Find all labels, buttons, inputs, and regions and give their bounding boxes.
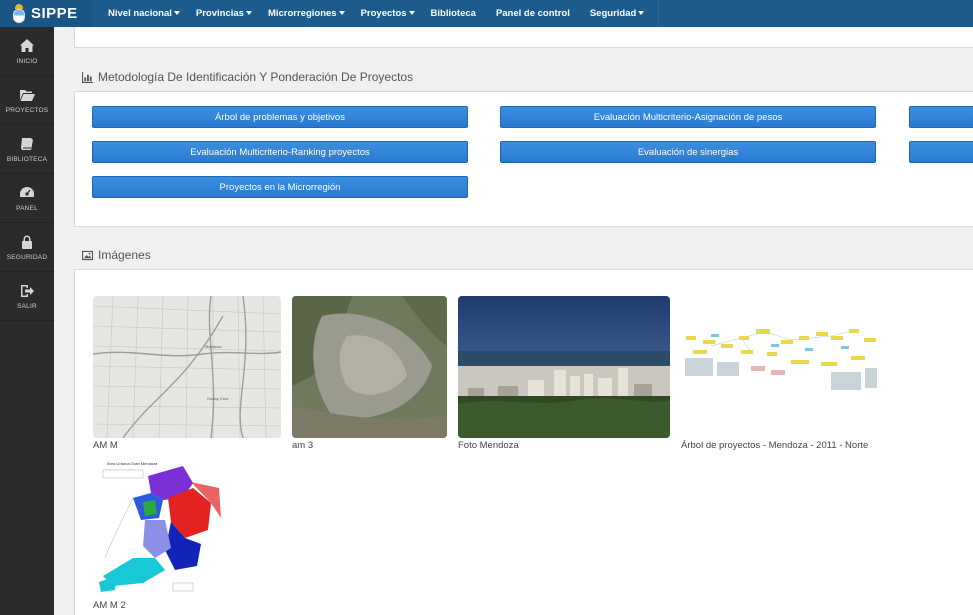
multicriterio-ranking-button[interactable]: Evaluación Multicriterio-Ranking proyect…	[92, 141, 468, 163]
coat-of-arms-icon	[12, 3, 26, 24]
menu-biblioteca[interactable]: Biblioteca	[423, 0, 488, 27]
images-title: Imágenes	[98, 248, 151, 262]
menu-panel-de-control[interactable]: Panel de control	[488, 0, 582, 27]
folder-open-icon	[20, 89, 35, 101]
sidebar-item-inicio[interactable]: INICIO	[0, 27, 54, 76]
sidebar-item-label: SALIR	[17, 302, 37, 310]
methodology-button-3[interactable]	[909, 106, 973, 128]
project-tree-diagram-image	[681, 296, 881, 438]
sidebar-item-biblioteca[interactable]: BIBLIOTECA	[0, 125, 54, 174]
lock-icon	[22, 235, 32, 249]
sidebar-item-proyectos[interactable]: PROYECTOS	[0, 76, 54, 125]
bar-chart-icon	[82, 71, 93, 83]
image-thumbnail-arbol-proyectos[interactable]	[681, 296, 881, 438]
methodology-heading: Metodología De Identificación Y Ponderac…	[82, 70, 413, 84]
methodology-title: Metodología De Identificación Y Ponderac…	[98, 70, 414, 84]
evaluacion-sinergias-button[interactable]: Evaluación de sinergias	[500, 141, 876, 163]
nav-divider	[658, 0, 660, 27]
sidebar-item-salir[interactable]: SALIR	[0, 272, 54, 321]
svg-text:Área Urbana Gran Mendoza: Área Urbana Gran Mendoza	[107, 461, 158, 466]
image-thumbnail-foto-mendoza[interactable]	[458, 296, 670, 438]
multicriterio-pesos-button[interactable]: Evaluación Multicriterio-Asignación de p…	[500, 106, 876, 128]
brand[interactable]: SIPPE	[0, 0, 92, 27]
menu-label: Microrregiones	[267, 8, 337, 19]
logout-icon	[21, 284, 34, 297]
image-thumbnail-am-3[interactable]	[292, 296, 447, 438]
image-caption: AM M 2	[93, 600, 126, 611]
image-caption: Árbol de proyectos - Mendoza - 2011 - No…	[681, 440, 869, 451]
menu-proyectos[interactable]: Proyectos	[353, 0, 423, 27]
previous-panel	[74, 27, 973, 48]
caret-down-icon	[245, 11, 252, 16]
caret-down-icon	[338, 11, 345, 16]
zone-map-image: Área Urbana Gran Mendoza	[93, 458, 233, 598]
picture-icon	[82, 250, 93, 260]
sidebar: INICIO PROYECTOS BIBLIOTECA PANEL SEGURI…	[0, 27, 54, 615]
menu-provincias[interactable]: Provincias	[188, 0, 260, 27]
menu-label: Provincias	[195, 8, 244, 19]
book-icon	[21, 137, 33, 150]
image-caption: am 3	[292, 440, 314, 451]
menu-nivel-nacional[interactable]: Nivel nacional	[92, 0, 188, 27]
methodology-button-6[interactable]	[909, 141, 973, 163]
menu-label: Seguridad	[589, 8, 637, 19]
top-navbar: SIPPE Nivel nacional Provincias Microrre…	[0, 0, 973, 27]
street-map-image: Mendoza Godoy Cruz	[93, 296, 281, 438]
sidebar-item-label: SEGURIDAD	[6, 253, 48, 261]
menu-label: Panel de control	[495, 8, 570, 19]
caret-down-icon	[408, 11, 415, 16]
image-thumbnail-am-m-2[interactable]: Área Urbana Gran Mendoza	[93, 458, 233, 598]
main-menu: Nivel nacional Provincias Microrregiones…	[92, 0, 660, 27]
svg-text:Mendoza: Mendoza	[205, 344, 222, 349]
menu-label: Biblioteca	[430, 8, 476, 19]
caret-down-icon	[173, 11, 180, 16]
menu-seguridad[interactable]: Seguridad	[582, 0, 652, 27]
sidebar-item-seguridad[interactable]: SEGURIDAD	[0, 223, 54, 272]
menu-microrregiones[interactable]: Microrregiones	[260, 0, 353, 27]
sidebar-item-panel[interactable]: PANEL	[0, 174, 54, 223]
images-heading: Imágenes	[82, 248, 151, 262]
proyectos-microrregion-button[interactable]: Proyectos en la Microrregión	[92, 176, 468, 198]
arbol-problemas-button[interactable]: Árbol de problemas y objetivos	[92, 106, 468, 128]
home-icon	[20, 38, 34, 52]
sidebar-item-label: INICIO	[16, 57, 38, 65]
image-caption: AM M	[93, 440, 118, 451]
image-thumbnail-am-m[interactable]: Mendoza Godoy Cruz	[93, 296, 281, 438]
svg-text:Godoy Cruz: Godoy Cruz	[207, 396, 228, 401]
sidebar-item-label: BIBLIOTECA	[6, 155, 48, 163]
brand-name: SIPPE	[31, 5, 78, 22]
sidebar-item-label: PANEL	[16, 204, 38, 212]
dashboard-icon	[20, 186, 34, 197]
caret-down-icon	[638, 11, 645, 16]
image-caption: Foto Mendoza	[458, 440, 519, 451]
menu-label: Proyectos	[360, 8, 407, 19]
menu-label: Nivel nacional	[108, 8, 172, 19]
city-photo-image	[458, 296, 670, 438]
aerial-photo-image	[292, 296, 447, 438]
sidebar-item-label: PROYECTOS	[5, 106, 49, 114]
